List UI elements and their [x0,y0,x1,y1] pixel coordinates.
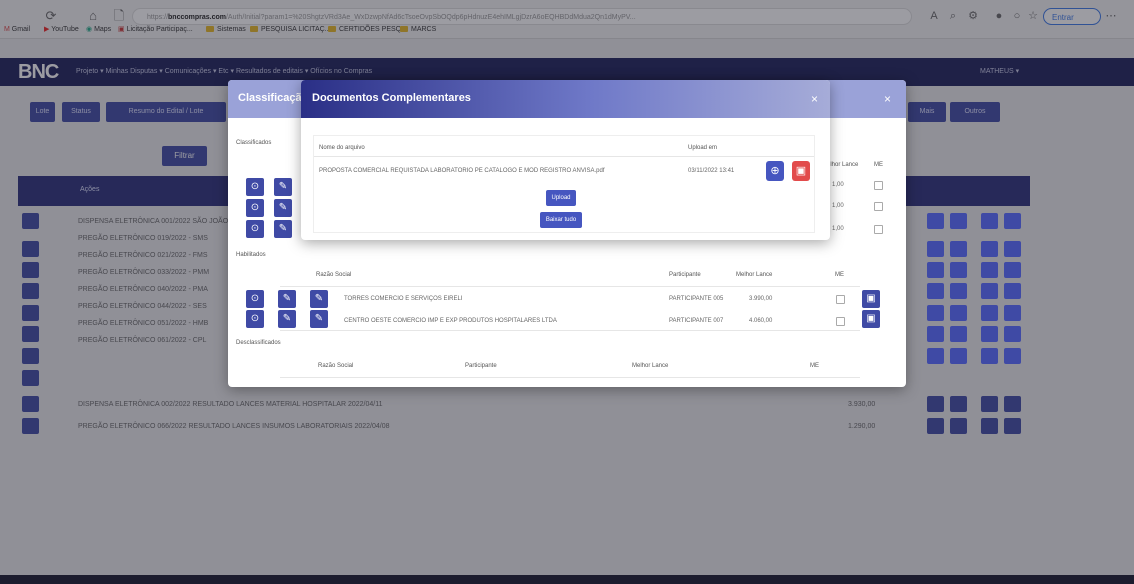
edit-icon[interactable]: ✎ [278,290,296,308]
habilitado-lance: 4.060,00 [749,318,773,324]
documentos-modal-title: Documentos Complementares [312,92,471,104]
row-action-button[interactable] [1004,283,1021,299]
row-divider [280,330,860,331]
row-action-button[interactable] [981,305,998,321]
classificado-lance: 1,00 [832,226,844,232]
edit-icon[interactable]: ✎ [274,220,292,238]
col-nome-arquivo: Nome do arquivo [319,145,365,151]
col-razao-social: Razão Social [318,363,354,369]
row-divider [280,286,860,287]
col-razao-social: Razão Social [316,272,352,278]
row-action-button[interactable] [981,283,998,299]
row-action-button[interactable] [950,305,967,321]
habilitado-lance: 3.990,00 [749,296,773,302]
section-classificados: Classificados [236,140,272,146]
col-melhor-lance: Melhor Lance [632,363,669,369]
habilitado-razao: CENTRO OESTE COMERCIO IMP E EXP PRODUTOS… [344,318,557,324]
delete-icon[interactable]: ▣ [792,161,810,181]
info-icon[interactable]: ⊙ [246,199,264,217]
row-action-button[interactable] [1004,326,1021,342]
info-icon[interactable]: ⊙ [246,220,264,238]
classificado-lance: 1,00 [832,182,844,188]
row-action-button[interactable] [927,213,944,229]
save-icon[interactable]: ▣ [862,290,880,308]
row-action-button[interactable] [1004,348,1021,364]
documentos-modal: Documentos Complementares × Nome do arqu… [301,80,830,240]
save-icon[interactable]: ▣ [862,310,880,328]
edit-icon[interactable]: ✎ [278,310,296,328]
col-me: ME [835,272,844,278]
col-melhor-lance: Melhor Lance [736,272,773,278]
row-action-button[interactable] [950,213,967,229]
edit-icon[interactable]: ✎ [274,199,292,217]
row-divider [280,377,860,378]
row-action-button[interactable] [950,283,967,299]
row-action-button[interactable] [927,326,944,342]
row-action-button[interactable] [981,348,998,364]
col-participante: Participante [465,363,497,369]
col-me: ME [810,363,819,369]
info-icon[interactable]: ⊙ [246,310,264,328]
info-icon[interactable]: ⊙ [246,178,264,196]
row-action-button[interactable] [981,213,998,229]
me-checkbox[interactable] [874,181,883,190]
row-action-button[interactable] [950,241,967,257]
row-divider [314,156,814,157]
row-action-button[interactable] [927,262,944,278]
download-icon[interactable]: ⊕ [766,161,784,181]
edit-icon[interactable]: ✎ [310,310,328,328]
row-action-button[interactable] [950,326,967,342]
row-action-button[interactable] [950,348,967,364]
row-action-button[interactable] [950,262,967,278]
habilitado-razao: TORRES COMERCIO E SERVIÇOS EIRELI [344,296,463,302]
row-action-button[interactable] [927,348,944,364]
col-participante: Participante [669,272,701,278]
upload-button[interactable]: Upload [546,190,576,206]
row-action-button[interactable] [1004,305,1021,321]
me-checkbox[interactable] [836,295,845,304]
me-checkbox[interactable] [874,202,883,211]
row-action-button[interactable] [1004,262,1021,278]
col-upload-em: Upload em [688,145,718,151]
info-icon[interactable]: ⊙ [246,290,264,308]
me-checkbox[interactable] [836,317,845,326]
row-action-button[interactable] [1004,241,1021,257]
section-desclassificados: Desclassificados [236,340,281,346]
file-name[interactable]: PROPOSTA COMERCIAL REQUISTADA LABORATORI… [319,168,605,174]
status-bar [0,575,1134,584]
habilitado-participante: PARTICIPANTE 007 [669,318,724,324]
row-action-button[interactable] [981,326,998,342]
edit-icon[interactable]: ✎ [310,290,328,308]
upload-date: 03/11/2022 13:41 [688,168,735,174]
classificado-lance: 1,00 [832,203,844,209]
row-action-button[interactable] [927,305,944,321]
classificacao-modal-title: Classificação [238,92,309,104]
me-checkbox[interactable] [874,225,883,234]
habilitado-participante: PARTICIPANTE 005 [669,296,724,302]
edit-icon[interactable]: ✎ [274,178,292,196]
close-icon[interactable]: × [811,92,818,106]
row-action-button[interactable] [981,262,998,278]
row-action-button[interactable] [927,241,944,257]
documentos-body: Nome do arquivo Upload em PROPOSTA COMER… [313,135,815,233]
download-all-button[interactable]: Baixar tudo [540,212,582,228]
row-action-button[interactable] [981,241,998,257]
section-habilitados: Habilitados [236,252,266,258]
col-me: ME [874,162,883,168]
row-action-button[interactable] [927,283,944,299]
close-icon[interactable]: × [884,92,891,106]
row-action-button[interactable] [1004,213,1021,229]
